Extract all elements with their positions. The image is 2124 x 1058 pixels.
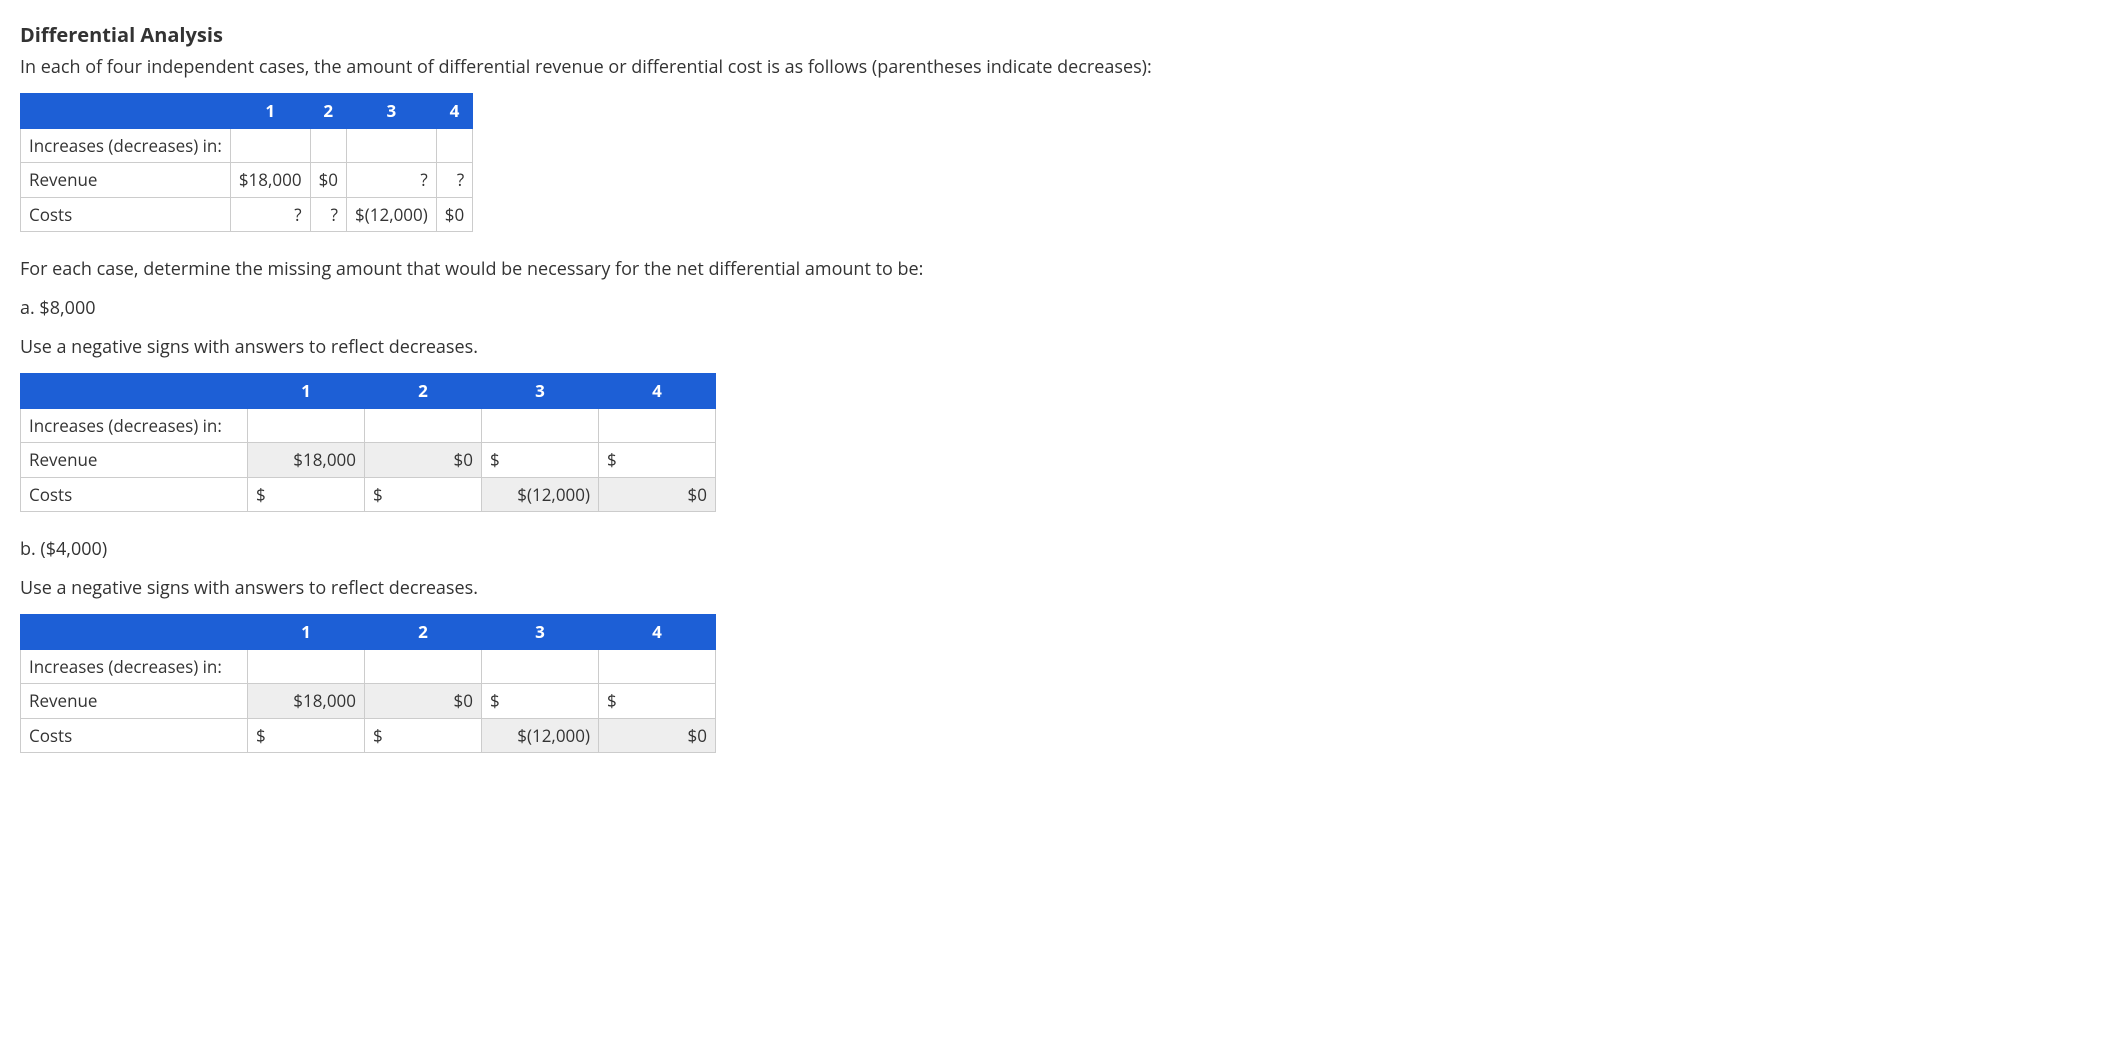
b-header-4: 4 — [599, 615, 716, 650]
a-rev-4-input[interactable] — [621, 449, 695, 471]
page-title: Differential Analysis — [20, 20, 2104, 50]
b-cost-1-input[interactable] — [270, 724, 344, 746]
a-rev-3-cell[interactable]: $ — [482, 443, 599, 478]
a-header-4: 4 — [599, 374, 716, 409]
a-cost-3: $(12,000) — [482, 477, 599, 512]
b-cost-3: $(12,000) — [482, 718, 599, 753]
a-row-revenue: Revenue — [21, 443, 248, 478]
a-row-costs: Costs — [21, 477, 248, 512]
dollar-sign: $ — [607, 447, 617, 473]
given-cost-4: $0 — [436, 197, 472, 232]
part-b-note: Use a negative signs with answers to ref… — [20, 575, 2104, 602]
b-cost-2-input[interactable] — [387, 724, 461, 746]
a-rev-4-cell[interactable]: $ — [599, 443, 716, 478]
a-header-2: 2 — [365, 374, 482, 409]
b-rev-3-input[interactable] — [504, 690, 578, 712]
given-row-header: Increases (decreases) in: — [21, 128, 231, 163]
dollar-sign: $ — [490, 447, 500, 473]
a-cost-1-cell[interactable]: $ — [248, 477, 365, 512]
given-cost-3: $(12,000) — [347, 197, 437, 232]
given-header-4: 4 — [436, 94, 472, 129]
given-cost-1: ? — [230, 197, 310, 232]
given-header-3: 3 — [347, 94, 437, 129]
given-row-costs: Costs — [21, 197, 231, 232]
b-rev-4-input[interactable] — [621, 690, 695, 712]
b-row-revenue: Revenue — [21, 684, 248, 719]
a-cost-2-cell[interactable]: $ — [365, 477, 482, 512]
b-header-3: 3 — [482, 615, 599, 650]
a-header-empty — [21, 374, 248, 409]
b-row-costs: Costs — [21, 718, 248, 753]
given-rev-2: $0 — [310, 163, 346, 198]
dollar-sign: $ — [256, 482, 266, 508]
a-rev-1: $18,000 — [248, 443, 365, 478]
dollar-sign: $ — [490, 688, 500, 714]
given-rev-3: ? — [347, 163, 437, 198]
given-table: 1 2 3 4 Increases (decreases) in: Revenu… — [20, 93, 473, 232]
b-rev-2: $0 — [365, 684, 482, 719]
intro-text: In each of four independent cases, the a… — [20, 54, 2104, 81]
b-header-1: 1 — [248, 615, 365, 650]
dollar-sign: $ — [256, 723, 266, 749]
dollar-sign: $ — [607, 688, 617, 714]
given-header-empty — [21, 94, 231, 129]
answer-table-b: 1 2 3 4 Increases (decreases) in: Revenu… — [20, 614, 716, 753]
a-cost-1-input[interactable] — [270, 483, 344, 505]
dollar-sign: $ — [373, 723, 383, 749]
given-rev-1: $18,000 — [230, 163, 310, 198]
prompt-text: For each case, determine the missing amo… — [20, 256, 2104, 283]
given-header-1: 1 — [230, 94, 310, 129]
part-b-label: b. ($4,000) — [20, 536, 2104, 563]
a-row-header: Increases (decreases) in: — [21, 408, 248, 443]
a-rev-3-input[interactable] — [504, 449, 578, 471]
given-header-2: 2 — [310, 94, 346, 129]
b-header-2: 2 — [365, 615, 482, 650]
given-cost-2: ? — [310, 197, 346, 232]
dollar-sign: $ — [373, 482, 383, 508]
answer-table-a: 1 2 3 4 Increases (decreases) in: Revenu… — [20, 373, 716, 512]
b-cost-1-cell[interactable]: $ — [248, 718, 365, 753]
b-rev-4-cell[interactable]: $ — [599, 684, 716, 719]
b-rev-3-cell[interactable]: $ — [482, 684, 599, 719]
a-header-3: 3 — [482, 374, 599, 409]
b-rev-1: $18,000 — [248, 684, 365, 719]
part-a-note: Use a negative signs with answers to ref… — [20, 334, 2104, 361]
part-a-label: a. $8,000 — [20, 295, 2104, 322]
b-row-header: Increases (decreases) in: — [21, 649, 248, 684]
a-cost-2-input[interactable] — [387, 483, 461, 505]
a-header-1: 1 — [248, 374, 365, 409]
given-rev-4: ? — [436, 163, 472, 198]
b-header-empty — [21, 615, 248, 650]
given-row-revenue: Revenue — [21, 163, 231, 198]
b-cost-4: $0 — [599, 718, 716, 753]
a-cost-4: $0 — [599, 477, 716, 512]
b-cost-2-cell[interactable]: $ — [365, 718, 482, 753]
a-rev-2: $0 — [365, 443, 482, 478]
